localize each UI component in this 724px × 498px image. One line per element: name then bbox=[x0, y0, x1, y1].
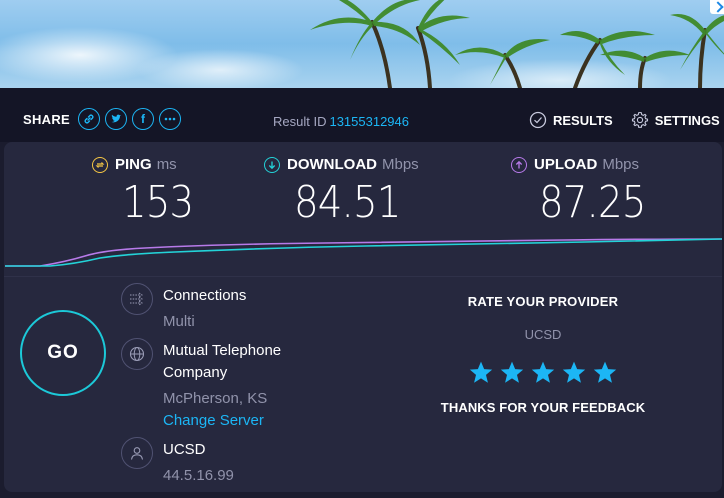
top-nav: RESULTS SETTINGS bbox=[529, 111, 720, 129]
change-server-link[interactable]: Change Server bbox=[163, 410, 281, 432]
upload-value: 87.25 bbox=[539, 177, 646, 228]
speed-graph bbox=[5, 238, 722, 267]
host-name: UCSD bbox=[163, 441, 206, 458]
star-icon-1[interactable] bbox=[468, 360, 494, 386]
user-icon bbox=[121, 437, 153, 469]
results-label: RESULTS bbox=[553, 112, 613, 128]
rate-title: RATE YOUR PROVIDER bbox=[467, 294, 619, 309]
star-icon-3[interactable] bbox=[530, 360, 556, 386]
ping-value: 153 bbox=[122, 177, 194, 228]
ping-icon bbox=[92, 156, 108, 173]
server-info: Mutual Telephone Company McPherson, KS C… bbox=[121, 338, 282, 432]
star-icon-4[interactable] bbox=[561, 360, 587, 386]
result-id: Result ID 13155312946 bbox=[273, 114, 409, 129]
download-value: 84.51 bbox=[294, 177, 401, 228]
ad-choices-icon[interactable] bbox=[710, 0, 724, 14]
connections-value: Multi bbox=[163, 313, 195, 330]
ping-metric: PING ms 153 bbox=[92, 156, 203, 228]
download-icon bbox=[264, 156, 280, 173]
facebook-icon[interactable]: f bbox=[132, 108, 155, 130]
check-circle-icon bbox=[529, 111, 547, 129]
download-unit: Mbps bbox=[382, 156, 419, 173]
connections-title: Connections bbox=[163, 287, 247, 304]
star-icon-2[interactable] bbox=[499, 360, 525, 386]
globe-icon bbox=[121, 338, 153, 370]
star-rating bbox=[433, 360, 653, 386]
result-id-label: Result ID bbox=[273, 114, 327, 129]
server-name-line2: Company bbox=[163, 364, 228, 381]
connections-icon bbox=[121, 283, 153, 315]
divider bbox=[4, 276, 722, 277]
download-label: DOWNLOAD bbox=[287, 156, 377, 173]
upload-metric: UPLOAD Mbps 87.25 bbox=[511, 156, 660, 228]
settings-button[interactable]: SETTINGS bbox=[631, 111, 720, 129]
twitter-icon[interactable] bbox=[105, 108, 128, 130]
host-ip: 44.5.16.99 bbox=[163, 467, 234, 484]
banner-ad[interactable] bbox=[0, 0, 724, 88]
upload-unit: Mbps bbox=[602, 156, 640, 173]
upload-graph-line bbox=[5, 238, 722, 267]
settings-label: SETTINGS bbox=[654, 112, 720, 128]
go-button[interactable]: GO bbox=[20, 310, 106, 396]
rate-provider-name: UCSD bbox=[524, 327, 562, 342]
ping-label: PING bbox=[115, 156, 152, 173]
rate-provider: RATE YOUR PROVIDER UCSD THANKS FOR YOUR … bbox=[433, 294, 653, 415]
star-icon-5[interactable] bbox=[592, 360, 618, 386]
result-id-value[interactable]: 13155312946 bbox=[329, 114, 409, 129]
upload-label: UPLOAD bbox=[534, 156, 598, 173]
server-name-line1: Mutual Telephone bbox=[163, 342, 282, 359]
thanks-message: THANKS FOR YOUR FEEDBACK bbox=[440, 400, 646, 415]
upload-icon bbox=[511, 156, 527, 173]
share-label: SHARE bbox=[23, 111, 71, 127]
link-icon[interactable] bbox=[78, 108, 101, 130]
results-button[interactable]: RESULTS bbox=[529, 111, 613, 129]
gear-icon bbox=[631, 111, 648, 128]
more-icon[interactable] bbox=[159, 108, 182, 130]
share-bar: SHARE f bbox=[23, 108, 186, 130]
palm-trees-image bbox=[310, 0, 724, 88]
download-metric: DOWNLOAD Mbps 84.51 bbox=[264, 156, 419, 228]
connections-info: Connections Multi bbox=[121, 283, 247, 333]
server-location: McPherson, KS bbox=[163, 390, 268, 407]
ping-unit: ms bbox=[156, 156, 177, 173]
host-info: UCSD 44.5.16.99 bbox=[121, 437, 234, 487]
